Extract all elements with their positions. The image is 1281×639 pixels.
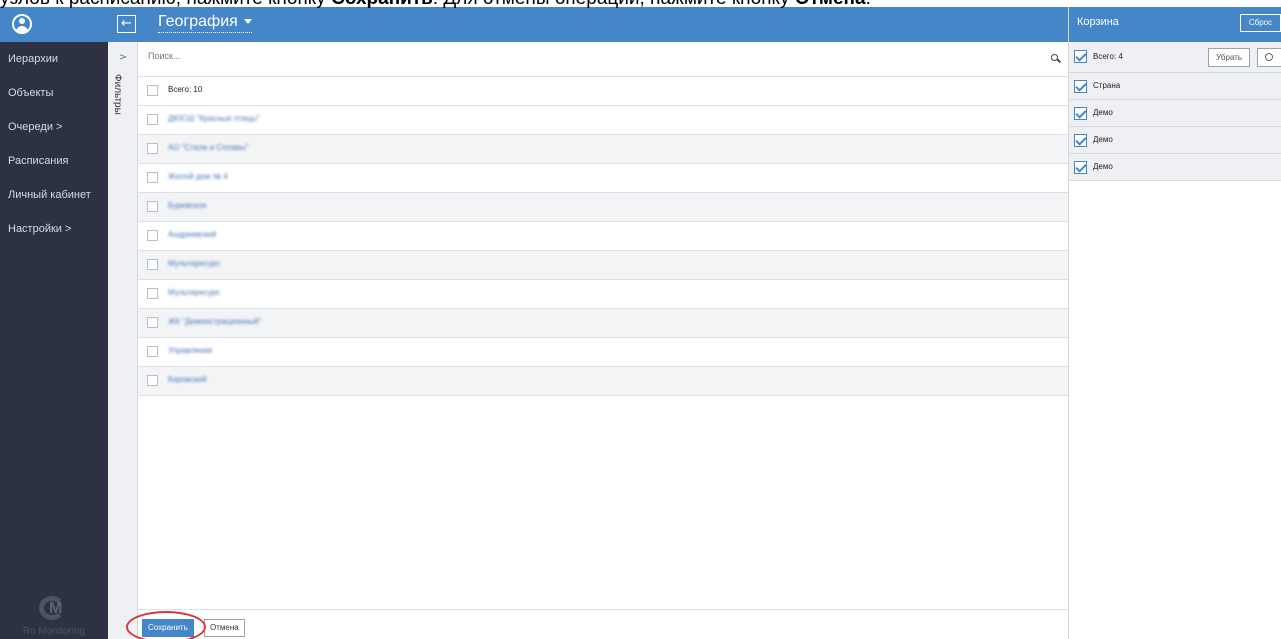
chevron-right-icon[interactable]: > bbox=[108, 52, 138, 63]
cart-item-checkbox[interactable] bbox=[1074, 161, 1087, 174]
filters-panel[interactable]: > Фильтры bbox=[108, 42, 138, 639]
save-button[interactable]: Сохранить bbox=[142, 619, 194, 637]
banner-text: узлов к расписанию, нажмите кнопку bbox=[0, 0, 331, 9]
cart-select-all-checkbox[interactable] bbox=[1074, 50, 1087, 63]
search-input[interactable] bbox=[148, 51, 1028, 61]
back-button[interactable]: ← bbox=[117, 15, 136, 33]
instruction-banner: узлов к расписанию, нажмите кнопку Сохра… bbox=[0, 0, 1281, 9]
logo-icon: M bbox=[37, 594, 71, 622]
list-total-row: Всего: 10 bbox=[138, 77, 1068, 106]
list-item-label: Жилой дом № 4 bbox=[168, 172, 228, 181]
sidebar-item-schedules[interactable]: Расписания bbox=[0, 144, 108, 178]
item-checkbox[interactable] bbox=[147, 114, 158, 125]
list-item[interactable]: Мультиресурс bbox=[138, 280, 1068, 309]
cart-item-label: Демо bbox=[1093, 162, 1113, 171]
list-item-label: Кировский bbox=[168, 375, 207, 384]
banner-text: . bbox=[866, 0, 871, 9]
list-item[interactable]: ДЮСШ "Красные птицы" bbox=[138, 106, 1068, 135]
sidebar-item-objects[interactable]: Объекты bbox=[0, 76, 108, 110]
logo-text: Ro Monitoring bbox=[22, 626, 86, 637]
page-title: География bbox=[158, 13, 238, 30]
object-list: Всего: 10 ДЮСШ "Красные птицы" АО "Стали… bbox=[126, 42, 1068, 639]
list-item[interactable]: ЖК "Демонстрационный" bbox=[138, 309, 1068, 338]
search-icon[interactable] bbox=[1051, 54, 1058, 61]
filters-label: Фильтры bbox=[112, 74, 123, 115]
list-item[interactable]: АО "Стали и Сплавы" bbox=[138, 135, 1068, 164]
list-item-label: ДЮСШ "Красные птицы" bbox=[168, 114, 260, 123]
cart-item-checkbox[interactable] bbox=[1074, 107, 1087, 120]
sidebar: Иерархии Объекты Очереди > Расписания Ли… bbox=[0, 42, 108, 639]
item-checkbox[interactable] bbox=[147, 172, 158, 183]
banner-save-word: Сохранить bbox=[331, 0, 433, 9]
list-item[interactable]: Кировский bbox=[138, 367, 1068, 396]
list-item[interactable]: Мультиресурс bbox=[138, 251, 1068, 280]
cart-item-label: Демо bbox=[1093, 108, 1113, 117]
item-checkbox[interactable] bbox=[147, 375, 158, 386]
cart-item-checkbox[interactable] bbox=[1074, 80, 1087, 93]
user-menu-button[interactable] bbox=[0, 6, 43, 42]
top-bar: ← География bbox=[0, 6, 1068, 42]
item-checkbox[interactable] bbox=[147, 230, 158, 241]
cart-item[interactable]: Демо bbox=[1069, 127, 1281, 154]
cart-remove-button[interactable]: Убрать bbox=[1208, 48, 1250, 67]
search-bar bbox=[138, 42, 1068, 77]
cart-title: Корзина bbox=[1077, 16, 1119, 28]
search-icon[interactable] bbox=[1257, 48, 1281, 67]
sidebar-item-hierarchies[interactable]: Иерархии bbox=[0, 42, 108, 76]
banner-text: . Для отмены операции, нажмите кнопку bbox=[433, 0, 795, 9]
cart-item-label: Страна bbox=[1093, 81, 1121, 90]
item-checkbox[interactable] bbox=[147, 288, 158, 299]
cart-item-label: Демо bbox=[1093, 135, 1113, 144]
cart-reset-button[interactable]: Сброс bbox=[1240, 14, 1281, 32]
cart-item[interactable]: Страна bbox=[1069, 73, 1281, 100]
sidebar-item-queues[interactable]: Очереди > bbox=[0, 110, 108, 144]
list-item[interactable]: Андреевский bbox=[138, 222, 1068, 251]
cancel-button[interactable]: Отмена bbox=[204, 619, 245, 637]
list-item-label: ЖК "Демонстрационный" bbox=[168, 317, 262, 326]
caret-down-icon bbox=[243, 19, 252, 25]
list-item-label: Мультиресурс bbox=[168, 288, 221, 297]
cart-item-checkbox[interactable] bbox=[1074, 134, 1087, 147]
logo: M Ro Monitoring bbox=[0, 594, 108, 637]
cart-header: Корзина Сброс bbox=[1069, 6, 1281, 42]
cart-item[interactable]: Демо bbox=[1069, 154, 1281, 181]
item-checkbox[interactable] bbox=[147, 143, 158, 154]
select-all-checkbox[interactable] bbox=[147, 85, 158, 96]
sidebar-item-settings[interactable]: Настройки > bbox=[0, 212, 108, 246]
list-item[interactable]: Жилой дом № 4 bbox=[138, 164, 1068, 193]
item-checkbox[interactable] bbox=[147, 201, 158, 212]
cart-item[interactable]: Демо bbox=[1069, 100, 1281, 127]
cart-total: Всего: 4 bbox=[1093, 52, 1123, 61]
user-icon bbox=[11, 14, 32, 34]
list-item[interactable]: Управление bbox=[138, 338, 1068, 367]
item-checkbox[interactable] bbox=[147, 259, 158, 270]
item-checkbox[interactable] bbox=[147, 346, 158, 357]
sidebar-item-account[interactable]: Личный кабинет bbox=[0, 178, 108, 212]
banner-cancel-word: Отмена bbox=[795, 0, 866, 9]
action-footer: Сохранить Отмена bbox=[126, 609, 1068, 639]
item-checkbox[interactable] bbox=[147, 317, 158, 328]
page-title-dropdown[interactable]: География bbox=[158, 13, 252, 33]
list-item-label: Андреевский bbox=[168, 230, 217, 239]
list-total: Всего: 10 bbox=[168, 85, 203, 94]
cart-total-row: Всего: 4 Убрать bbox=[1069, 42, 1281, 73]
list-item[interactable]: Буревское bbox=[138, 193, 1068, 222]
list-item-label: АО "Стали и Сплавы" bbox=[168, 143, 249, 152]
list-item-label: Управление bbox=[168, 346, 213, 355]
cart-panel: Корзина Сброс Всего: 4 Убрать Страна Дем… bbox=[1068, 6, 1281, 639]
list-item-label: Мультиресурс bbox=[168, 259, 221, 268]
list-item-label: Буревское bbox=[168, 201, 207, 210]
